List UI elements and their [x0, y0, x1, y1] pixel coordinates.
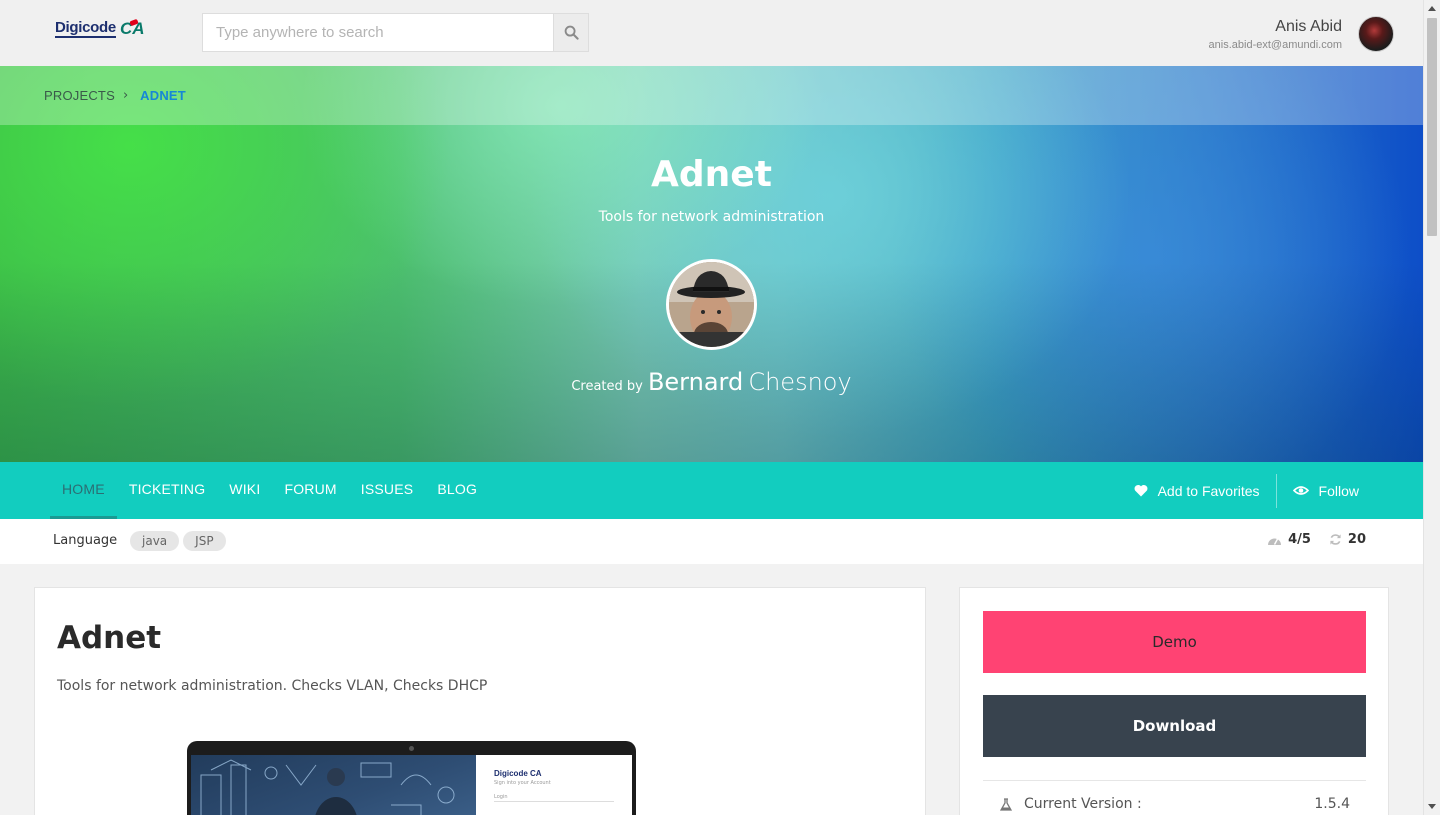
rating-value: 4/5	[1288, 532, 1311, 547]
creator-last-name[interactable]: Chesnoy	[748, 368, 851, 396]
heart-icon	[1134, 485, 1148, 497]
add-to-favorites-label: Add to Favorites	[1157, 482, 1260, 499]
download-button[interactable]: Download	[983, 695, 1366, 757]
current-version-row: Current Version : 1.5.4	[1000, 796, 1366, 812]
scroll-down-arrow-icon[interactable]	[1428, 804, 1436, 809]
nav-actions: Add to Favorites Follow	[1118, 462, 1423, 519]
creator-avatar[interactable]	[666, 259, 757, 350]
follow-label: Follow	[1318, 482, 1359, 499]
page-scrollbar[interactable]	[1423, 0, 1440, 815]
user-email: anis.abid-ext@amundi.com	[1208, 39, 1342, 51]
laptop-screen: Digicode CA Sign into your Account Login	[191, 755, 632, 815]
laptop-camera	[409, 746, 414, 751]
screenshot-tagline: Sign into your Account	[494, 780, 551, 786]
add-to-favorites-button[interactable]: Add to Favorites	[1118, 474, 1276, 508]
user-avatar[interactable]	[1358, 16, 1394, 52]
refresh-icon	[1330, 534, 1341, 545]
project-description-card: Adnet Tools for network administration. …	[34, 587, 926, 815]
scroll-up-arrow-icon[interactable]	[1428, 6, 1436, 11]
flask-icon	[1000, 797, 1012, 811]
breadcrumb: PROJECTS › ADNET	[0, 66, 1423, 125]
rating-stat: 4/5	[1267, 532, 1311, 547]
logo-mark: CA	[119, 19, 145, 38]
reuse-count: 20	[1347, 532, 1366, 547]
language-tag-java[interactable]: java	[130, 531, 180, 551]
created-by-label: Created by	[571, 379, 643, 394]
follow-button[interactable]: Follow	[1275, 473, 1375, 508]
creator-first-name[interactable]: Bernard	[648, 368, 743, 396]
digicode-logo[interactable]: Digicode CA	[55, 20, 145, 38]
top-bar: Digicode CA Anis Abid anis.abid-ext@amun…	[0, 0, 1423, 66]
eye-icon	[1292, 486, 1309, 495]
divider	[983, 780, 1366, 781]
current-version-value: 1.5.4	[1314, 796, 1350, 812]
language-tags: java JSP	[130, 531, 226, 551]
project-nav: HOME TICKETING WIKI FORUM ISSUES BLOG Ad…	[0, 462, 1423, 519]
language-tag-jsp[interactable]: JSP	[183, 531, 226, 551]
search-icon	[564, 25, 579, 40]
chevron-right-icon: ›	[122, 88, 129, 103]
screenshot-illustration	[191, 755, 476, 815]
user-name: Anis Abid	[1275, 18, 1342, 35]
scrollbar-thumb[interactable]	[1427, 18, 1437, 236]
creator-portrait	[669, 262, 754, 347]
language-label: Language	[53, 533, 118, 548]
tab-wiki[interactable]: WIKI	[217, 462, 272, 519]
search-button[interactable]	[553, 14, 588, 51]
tab-home[interactable]: HOME	[50, 462, 117, 519]
tab-ticketing[interactable]: TICKETING	[117, 462, 217, 519]
user-info[interactable]: Anis Abid anis.abid-ext@amundi.com	[1209, 17, 1342, 52]
search-input[interactable]	[203, 14, 553, 51]
project-subtitle: Tools for network administration	[598, 209, 825, 225]
project-hero: PROJECTS › ADNET Adnet Tools for network…	[0, 66, 1423, 462]
demo-button[interactable]: Demo	[983, 611, 1366, 673]
logo-text: Digicode	[55, 19, 116, 38]
reuse-stat: 20	[1329, 532, 1366, 547]
breadcrumb-current: ADNET	[140, 88, 186, 103]
project-heading: Adnet	[57, 620, 162, 656]
tab-blog[interactable]: BLOG	[425, 462, 489, 519]
screenshot-login-panel: Digicode CA Sign into your Account Login	[476, 755, 632, 815]
current-version-label: Current Version :	[1024, 796, 1142, 812]
project-description: Tools for network administration. Checks…	[57, 678, 488, 694]
dashboard-icon	[1268, 538, 1282, 545]
screenshot-login-field: Login	[494, 794, 614, 802]
project-actions-card: Demo Download Current Version : 1.5.4	[959, 587, 1389, 815]
screenshot-logo: Digicode CA	[494, 769, 542, 778]
search-box	[202, 13, 589, 52]
business-doodle	[200, 759, 455, 815]
creator-line: Created by Bernard Chesnoy	[0, 368, 1423, 396]
project-stats: 4/5 20	[1267, 532, 1366, 547]
project-title: Adnet	[651, 154, 772, 195]
project-screenshot[interactable]: Digicode CA Sign into your Account Login	[187, 741, 636, 815]
nav-tabs: HOME TICKETING WIKI FORUM ISSUES BLOG	[50, 462, 489, 519]
tab-issues[interactable]: ISSUES	[349, 462, 426, 519]
language-bar: Language java JSP 4/5 20	[0, 519, 1423, 564]
tab-forum[interactable]: FORUM	[272, 462, 348, 519]
breadcrumb-projects[interactable]: PROJECTS	[44, 88, 115, 103]
